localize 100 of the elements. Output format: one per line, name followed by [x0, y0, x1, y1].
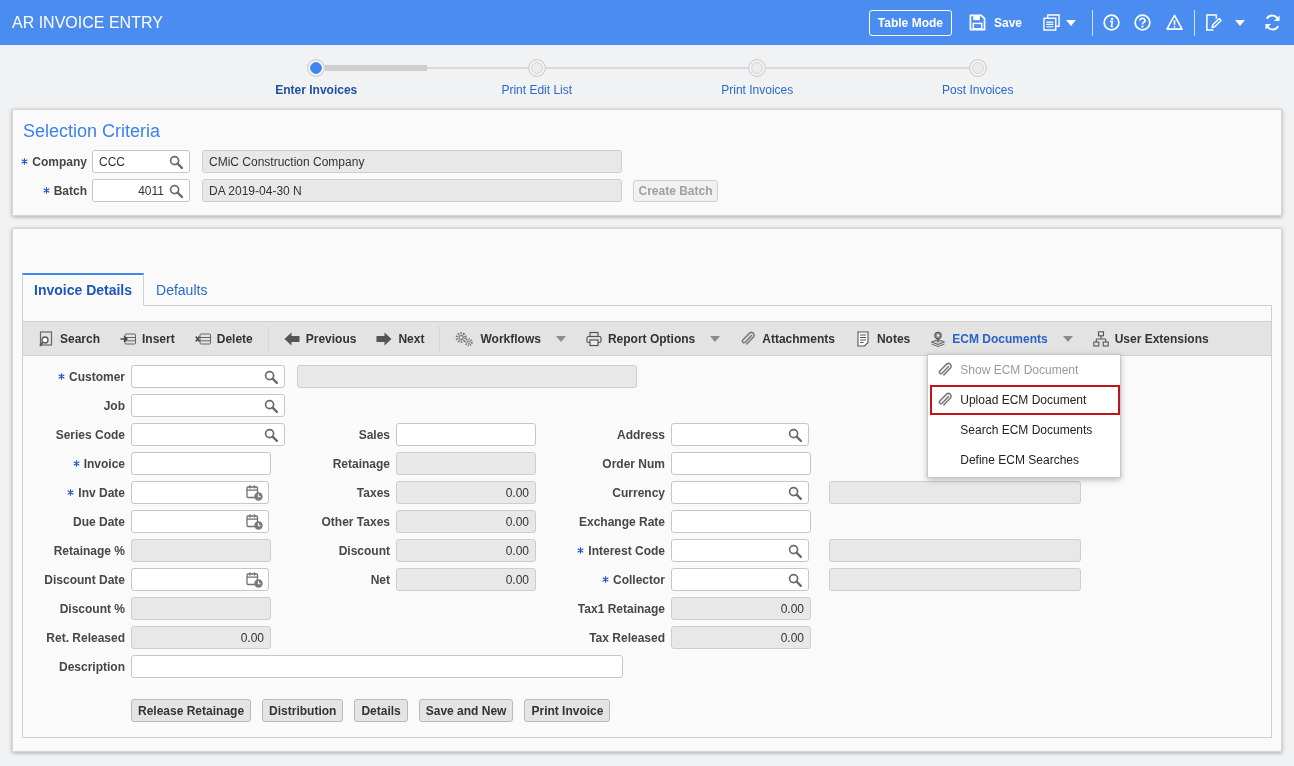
date-field[interactable]	[131, 510, 269, 533]
calendar-clock-icon[interactable]	[246, 484, 263, 501]
menu-item[interactable]: Upload ECM Document	[930, 385, 1121, 415]
field-label: Company	[32, 154, 87, 169]
lookup-field[interactable]	[131, 365, 285, 388]
action-button[interactable]: Release Retainage	[131, 699, 252, 722]
readonly-field: 0.00	[131, 626, 271, 649]
section-title: Selection Criteria	[23, 121, 162, 141]
refresh-icon[interactable]	[1264, 14, 1281, 31]
toolbar-button[interactable]: Insert	[120, 330, 175, 347]
action-button[interactable]: Save and New	[418, 699, 514, 722]
search-icon[interactable]	[264, 427, 278, 442]
field-label: Retainage	[332, 456, 390, 471]
toolbar-button[interactable]: Report Options	[585, 330, 696, 347]
field-label: Inv Date	[78, 485, 125, 500]
search-icon[interactable]	[264, 369, 278, 384]
field-label: Due Date	[73, 514, 125, 529]
field-label: Taxes	[356, 485, 390, 500]
hierarchy-icon	[1092, 330, 1109, 347]
edit-icon[interactable]	[1205, 14, 1222, 31]
caret-icon[interactable]	[710, 335, 721, 342]
toolbar-button[interactable]: ECM Documents	[930, 330, 1048, 347]
readonly-field: 0.00	[396, 539, 536, 562]
search-icon[interactable]	[264, 398, 278, 413]
display-field: CMiC Construction Company	[202, 150, 622, 173]
field-label: Ret. Released	[46, 630, 125, 645]
input-field[interactable]	[131, 655, 623, 678]
warning-icon[interactable]	[1166, 14, 1183, 31]
lookup-field[interactable]: 4011	[92, 179, 190, 202]
action-button[interactable]: Details	[354, 699, 408, 722]
caret-icon[interactable]	[1235, 19, 1245, 26]
toolbar-button[interactable]: User Extensions	[1092, 330, 1209, 347]
lookup-field[interactable]: CCC	[92, 150, 190, 173]
help-icon[interactable]	[1134, 14, 1151, 31]
input-field[interactable]	[671, 452, 811, 475]
field-label: Batch	[53, 183, 87, 198]
search-icon[interactable]	[788, 543, 802, 558]
readonly-field: 0.00	[671, 626, 811, 649]
paperclip-icon	[937, 392, 954, 408]
calendar-clock-icon[interactable]	[246, 571, 263, 588]
field-label: Order Num	[602, 456, 665, 471]
step-dot-icon[interactable]	[307, 59, 326, 77]
action-button[interactable]: Print Invoice	[524, 699, 611, 722]
menu-item[interactable]: Search ECM Documents	[930, 415, 1121, 445]
tab[interactable]: Invoice Details	[22, 273, 145, 306]
input-field[interactable]	[671, 510, 811, 533]
field-label: Customer	[69, 369, 125, 384]
readonly-field: 0.00	[396, 481, 536, 504]
step-dot-icon[interactable]	[527, 59, 546, 77]
search-icon[interactable]	[169, 183, 183, 198]
lookup-field[interactable]	[671, 481, 809, 504]
step-label[interactable]: Print Invoices	[721, 83, 794, 97]
field-label: Discount	[338, 543, 390, 558]
toolbar-button[interactable]: Previous	[283, 330, 357, 347]
lookup-field[interactable]	[671, 568, 809, 591]
date-field[interactable]	[131, 481, 269, 504]
search-icon[interactable]	[169, 154, 183, 169]
toolbar-button[interactable]: Search	[38, 330, 101, 347]
input-field[interactable]	[131, 452, 271, 475]
tab[interactable]: Defaults	[144, 273, 220, 306]
lookup-field[interactable]	[131, 423, 285, 446]
field-label: Other Taxes	[321, 514, 390, 529]
toolbar-button[interactable]: Workflows	[455, 330, 541, 347]
delete-row-icon	[194, 330, 211, 347]
search-icon[interactable]	[788, 427, 802, 442]
field-label: Collector	[613, 572, 665, 587]
documents-icon[interactable]	[1043, 14, 1060, 31]
step-label[interactable]: Print Edit List	[501, 83, 573, 97]
step-dot-icon[interactable]	[748, 59, 767, 77]
field-label: Invoice	[83, 456, 125, 471]
search-icon[interactable]	[788, 485, 802, 500]
date-field[interactable]	[131, 568, 269, 591]
calendar-clock-icon[interactable]	[246, 513, 263, 530]
field-label: Net	[370, 572, 390, 587]
field-label: Series Code	[55, 427, 125, 442]
lookup-field[interactable]	[671, 539, 809, 562]
lookup-field[interactable]	[671, 423, 809, 446]
caret-icon[interactable]	[1062, 335, 1073, 342]
gears-icon	[455, 330, 475, 347]
menu-item[interactable]: Define ECM Searches	[930, 445, 1121, 475]
toolbar-button[interactable]: Delete	[194, 330, 253, 347]
toolbar-button[interactable]: Next	[376, 330, 425, 347]
paperclip-icon	[740, 330, 757, 347]
paperclip-icon	[937, 362, 954, 378]
action-button[interactable]: Distribution	[262, 699, 344, 722]
caret-icon[interactable]	[555, 335, 566, 342]
step-dot-icon[interactable]	[968, 59, 987, 77]
step-label[interactable]: Enter Invoices	[275, 83, 358, 97]
step-label[interactable]: Post Invoices	[942, 83, 1014, 97]
info-icon[interactable]	[1103, 14, 1120, 31]
toolbar-button[interactable]: Notes	[854, 330, 911, 347]
input-field[interactable]	[396, 423, 536, 446]
printer-icon	[585, 330, 602, 347]
caret-icon[interactable]	[1066, 19, 1076, 26]
note-icon	[854, 330, 871, 347]
search-icon[interactable]	[788, 572, 802, 587]
pin-stack-icon	[930, 330, 947, 347]
toolbar-button[interactable]: Attachments	[740, 330, 835, 347]
lookup-field[interactable]	[131, 394, 285, 417]
arrow-right-icon	[376, 330, 393, 347]
